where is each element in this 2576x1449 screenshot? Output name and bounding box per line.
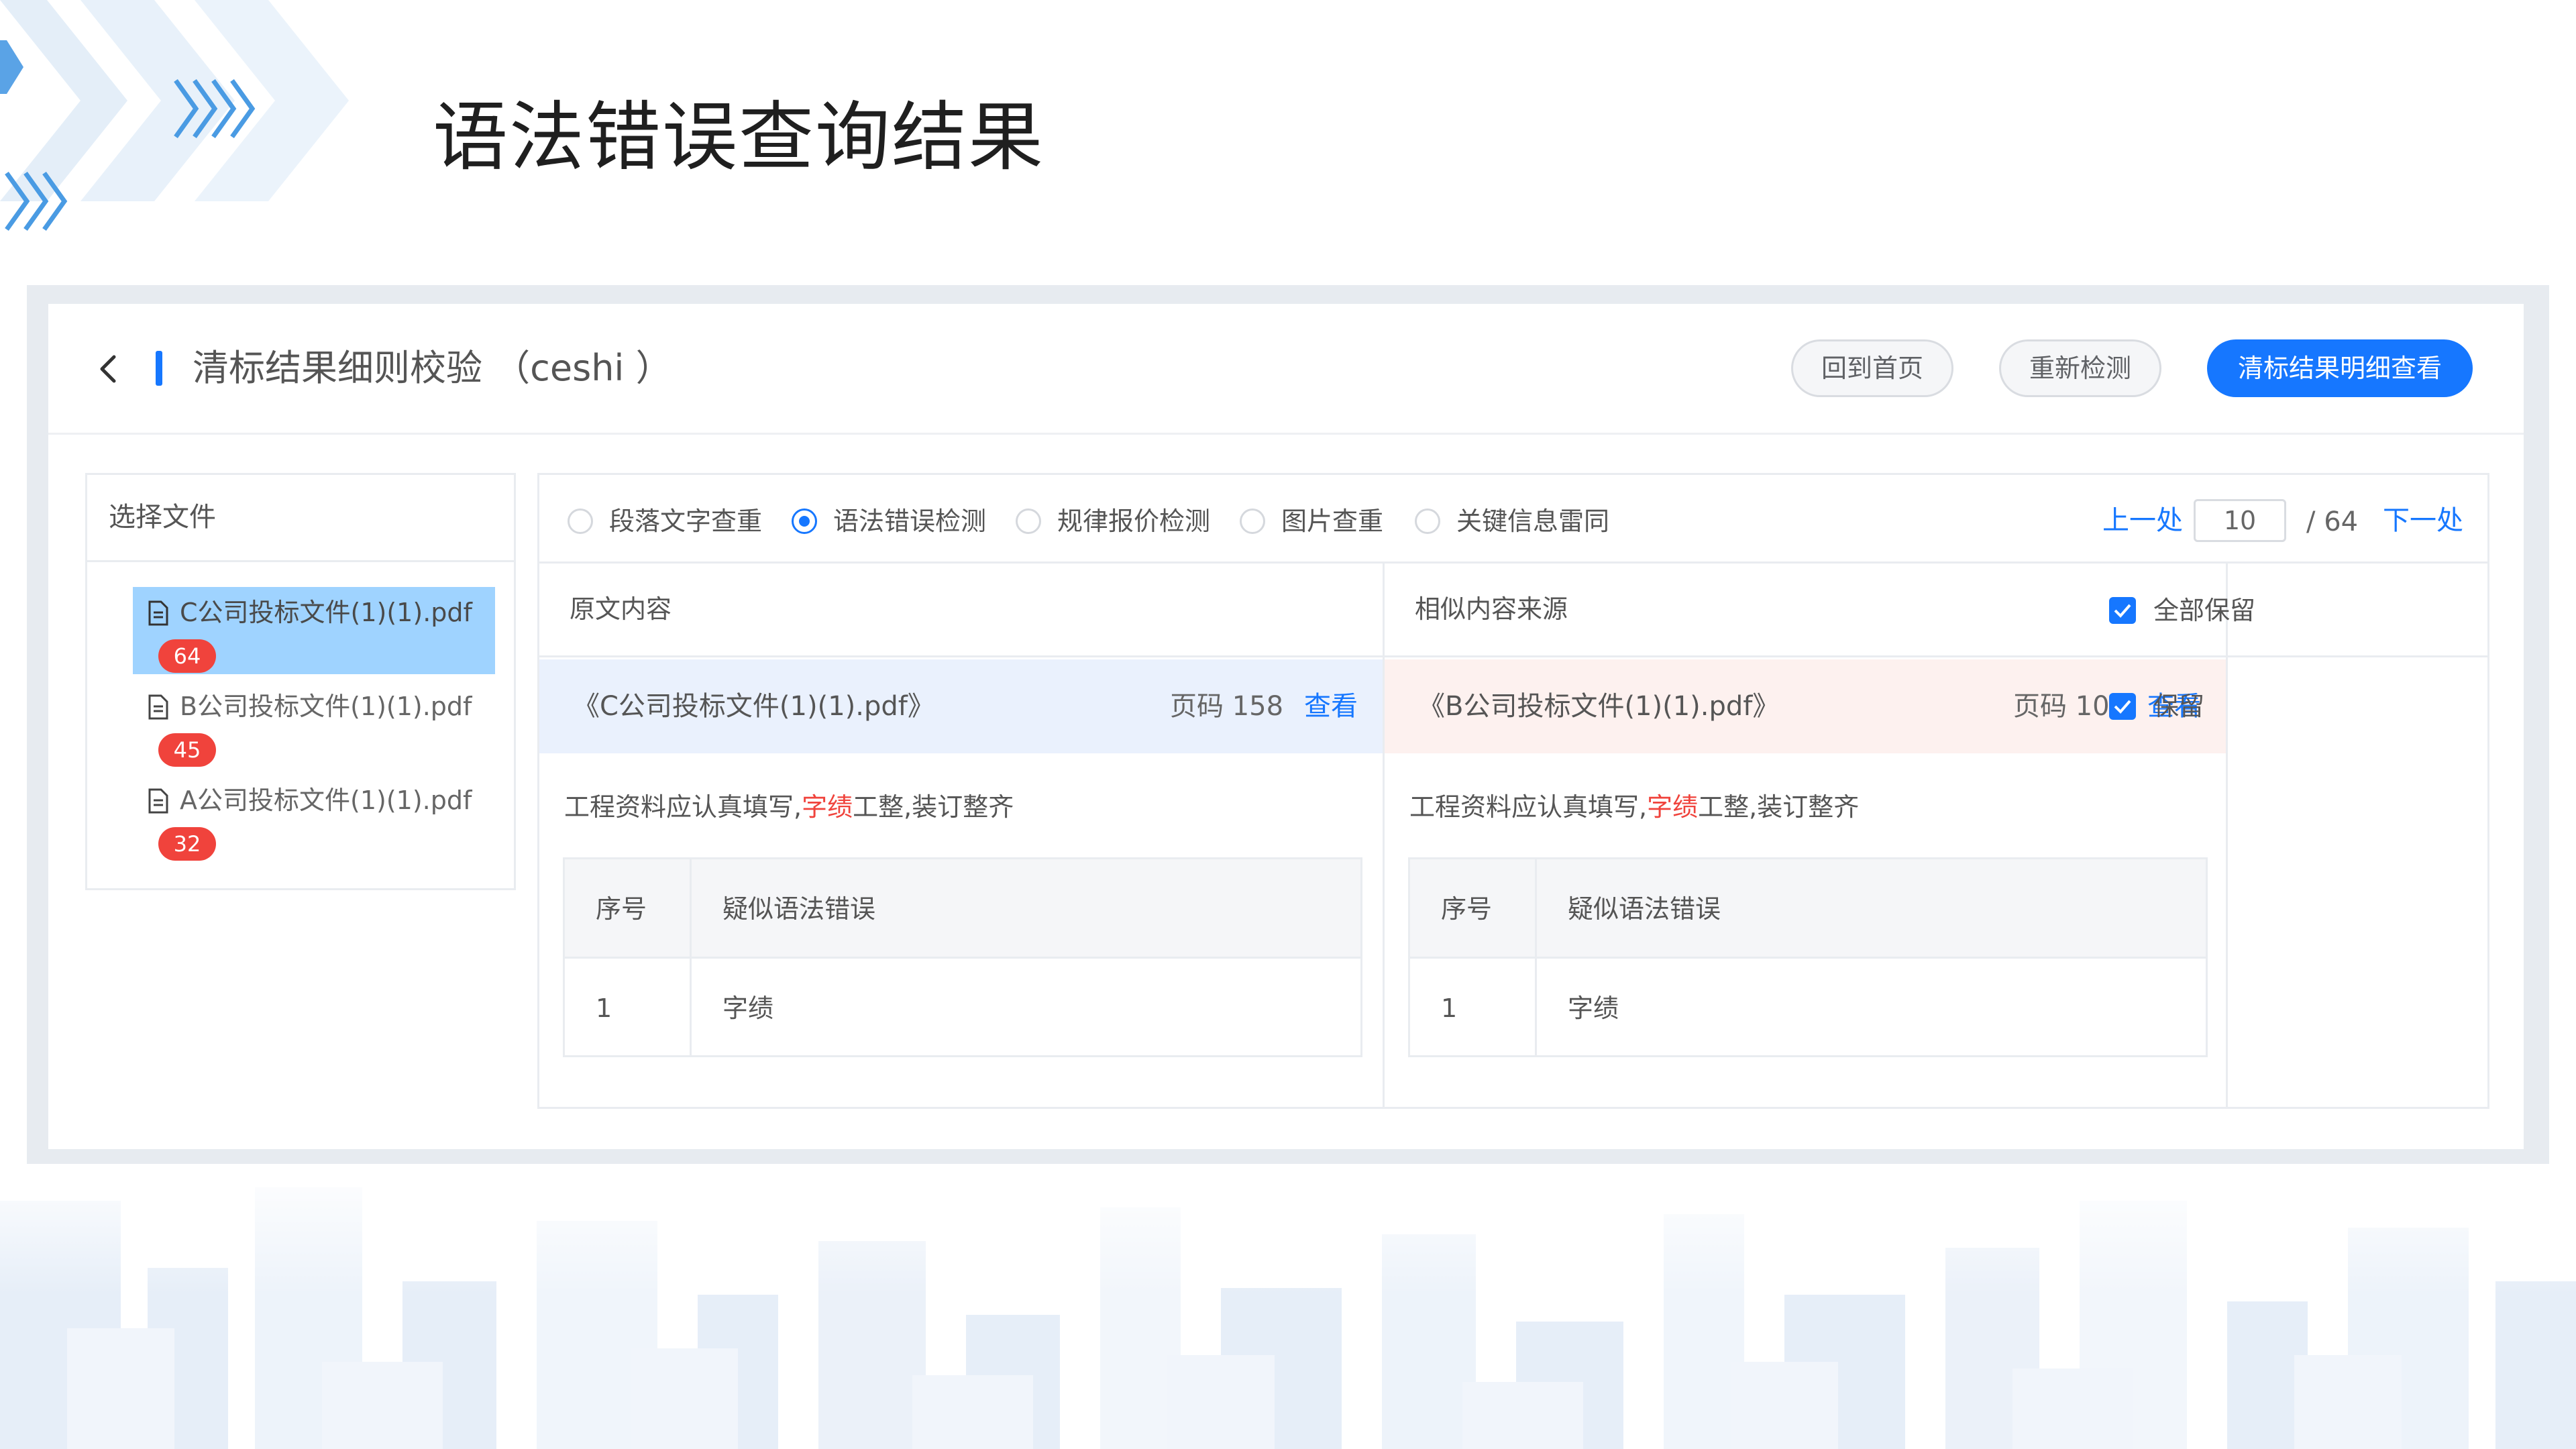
tab-price-pattern[interactable]: 规律报价检测 <box>1016 502 1217 539</box>
error-highlight: 字绩 <box>1647 792 1699 822</box>
header-no: 序号 <box>1441 894 1493 924</box>
result-card: 清标结果细则校验 （ceshi ） 回到首页 重新检测 清标结果明细查看 选择文… <box>48 304 2524 1149</box>
tab-label: 图片查重 <box>1281 506 1384 536</box>
slide-title: 语法错误查询结果 <box>433 94 1044 181</box>
file-panel-heading: 选择文件 <box>87 475 514 562</box>
tab-key-info-similar[interactable]: 关键信息雷同 <box>1415 502 1616 539</box>
file-name: A公司投标文件(1)(1).pdf <box>180 786 472 815</box>
tab-label: 规律报价检测 <box>1057 506 1211 536</box>
header-error: 疑似语法错误 <box>722 894 876 924</box>
keep-checkbox[interactable]: 保留 <box>2109 686 2243 727</box>
page-total: / 64 <box>2306 506 2359 537</box>
tab-paragraph-duplicate[interactable]: 段落文字查重 <box>568 502 769 539</box>
row-error: 字绩 <box>1568 994 1619 1023</box>
header-no: 序号 <box>596 894 647 924</box>
back-arrow-icon[interactable] <box>89 349 129 389</box>
text-segment: 工整,装订整齐 <box>1698 792 1860 822</box>
radio-button <box>1016 508 1041 534</box>
error-highlight: 字绩 <box>802 792 853 822</box>
next-match-link[interactable]: 下一处 <box>2383 500 2463 541</box>
radio-button <box>1240 508 1265 534</box>
original-page-number: 页码 158 <box>1170 691 1284 722</box>
text-segment: 工程资料应认真填写, <box>1409 792 1648 822</box>
similar-file-name: 《B公司投标文件(1)(1).pdf》 <box>1418 691 1780 722</box>
document-icon <box>148 694 168 720</box>
table-header <box>565 859 1360 959</box>
original-source-row: 《C公司投标文件(1)(1).pdf》 页码 158 查看 <box>539 659 1383 753</box>
original-content-heading: 原文内容 <box>539 564 1383 657</box>
table-header <box>1410 859 2206 959</box>
row-no: 1 <box>596 994 612 1023</box>
tab-image-duplicate[interactable]: 图片查重 <box>1240 502 1394 539</box>
checked-checkbox-icon <box>2109 693 2136 720</box>
similar-source-heading: 相似内容来源 <box>1385 564 2226 657</box>
card-header: 清标结果细则校验 （ceshi ） 回到首页 重新检测 清标结果明细查看 <box>48 304 2524 435</box>
count-badge: 64 <box>158 639 216 673</box>
table-divider <box>690 859 692 1055</box>
similar-error-table: 序号 疑似语法错误 1 字绩 <box>1408 857 2208 1057</box>
original-text: 工程资料应认真填写,字绩工整,装订整齐 <box>564 787 1014 827</box>
similar-source-row: 《B公司投标文件(1)(1).pdf》 页码 105 查看 <box>1385 659 2226 753</box>
keep-label: 保留 <box>2153 692 2205 721</box>
radio-button <box>568 508 593 534</box>
home-button[interactable]: 回到首页 <box>1791 339 1953 397</box>
detection-type-tabs: 段落文字查重 语法错误检测 规律报价检测 图片查重 关键信息雷同 上一处 / 6… <box>539 475 2487 564</box>
document-icon <box>148 788 168 814</box>
file-panel: 选择文件 C公司投标文件(1)(1).pdf 64 B公司投标文件(1)(1).… <box>85 473 516 890</box>
file-item-a[interactable]: A公司投标文件(1)(1).pdf 32 <box>133 775 495 862</box>
file-name: C公司投标文件(1)(1).pdf <box>180 598 472 627</box>
keep-all-label: 全部保留 <box>2153 596 2256 625</box>
view-detail-button[interactable]: 清标结果明细查看 <box>2207 339 2473 397</box>
file-item-c[interactable]: C公司投标文件(1)(1).pdf 64 <box>133 587 495 674</box>
row-no: 1 <box>1441 994 1458 1023</box>
text-segment: 工整,装订整齐 <box>853 792 1014 822</box>
pixel-pattern-decoration <box>0 1161 2576 1449</box>
original-file-name: 《C公司投标文件(1)(1).pdf》 <box>573 691 934 722</box>
file-item-b[interactable]: B公司投标文件(1)(1).pdf 45 <box>133 681 495 768</box>
tab-label: 语法错误检测 <box>833 506 987 536</box>
similar-text: 工程资料应认真填写,字绩工整,装订整齐 <box>1409 787 1859 827</box>
tab-label: 段落文字查重 <box>609 506 763 536</box>
tab-label: 关键信息雷同 <box>1456 506 1610 536</box>
tab-grammar-check[interactable]: 语法错误检测 <box>792 502 993 539</box>
file-name: B公司投标文件(1)(1).pdf <box>180 692 472 721</box>
prev-match-link[interactable]: 上一处 <box>2102 500 2183 541</box>
title-accent-bar <box>156 351 162 386</box>
keep-all-checkbox[interactable]: 全部保留 <box>2109 590 2270 631</box>
page-title: 清标结果细则校验 （ceshi ） <box>193 347 672 389</box>
table-divider <box>1535 859 1537 1055</box>
original-error-table: 序号 疑似语法错误 1 字绩 <box>563 857 1362 1057</box>
radio-button <box>792 508 817 534</box>
document-icon <box>148 600 168 626</box>
recheck-button[interactable]: 重新检测 <box>1999 339 2161 397</box>
checked-checkbox-icon <box>2109 597 2136 624</box>
header-error: 疑似语法错误 <box>1568 894 1721 924</box>
row-error: 字绩 <box>722 994 774 1023</box>
page-number-input[interactable] <box>2194 499 2286 542</box>
original-view-link[interactable]: 查看 <box>1304 686 1358 727</box>
count-badge: 32 <box>158 827 216 861</box>
main-panel: 段落文字查重 语法错误检测 规律报价检测 图片查重 关键信息雷同 上一处 / 6… <box>537 473 2489 1109</box>
radio-button <box>1415 508 1440 534</box>
chevron-decoration <box>0 0 349 231</box>
text-segment: 工程资料应认真填写, <box>564 792 802 822</box>
count-badge: 45 <box>158 733 216 767</box>
